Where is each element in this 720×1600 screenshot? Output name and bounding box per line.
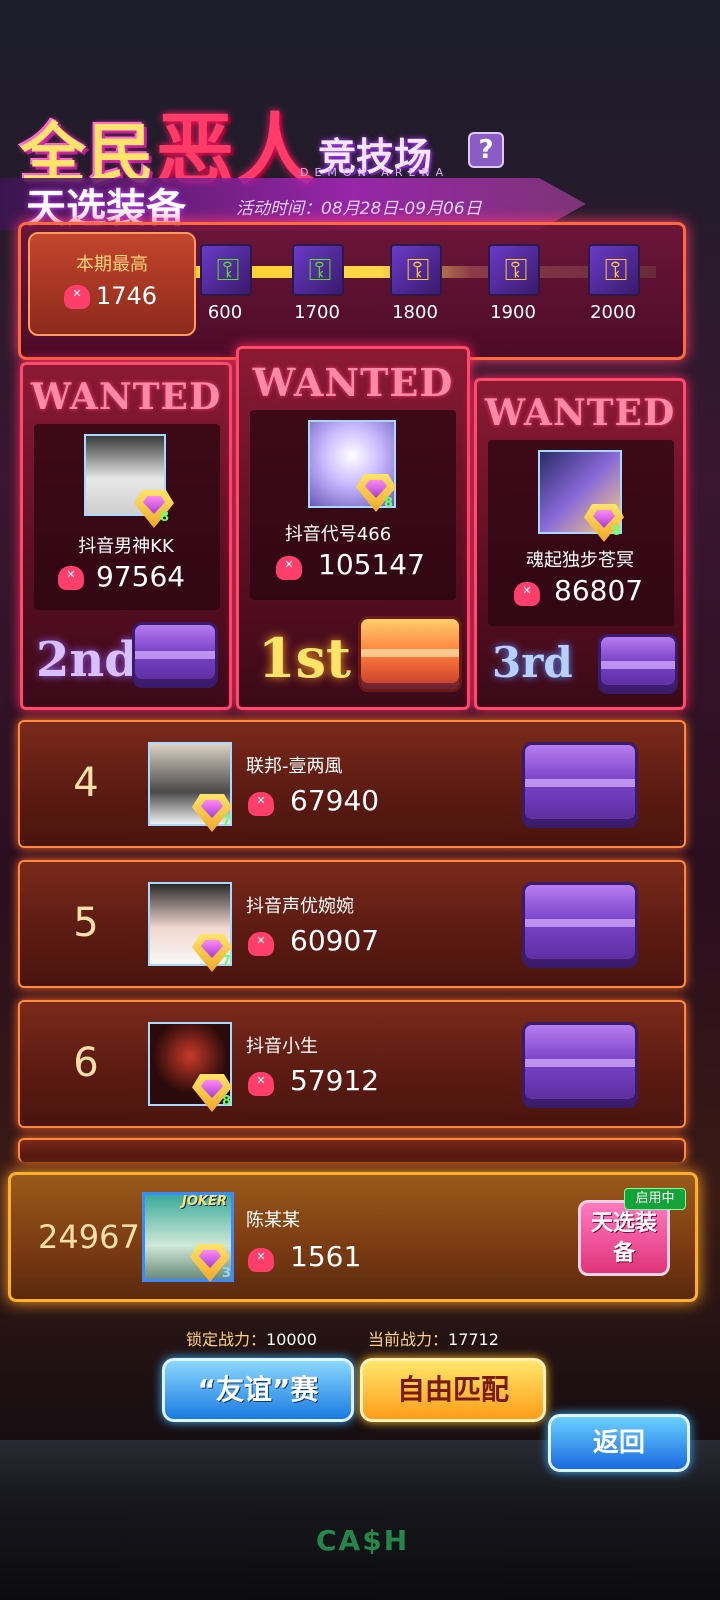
level: 3 xyxy=(222,1266,232,1281)
help-icon[interactable]: ? xyxy=(468,132,504,168)
skull-icon: ✕ xyxy=(248,792,274,816)
level: 7 xyxy=(222,814,232,829)
back-button[interactable]: 返回 xyxy=(548,1414,690,1472)
current-power-value: 17712 xyxy=(448,1330,499,1349)
level: 8 xyxy=(612,524,622,539)
equip-button[interactable]: 天选装备 xyxy=(578,1200,670,1276)
locked-power-label: 锁定战力： xyxy=(186,1330,267,1349)
current-power-label: 当前战力： xyxy=(368,1330,449,1349)
locked-power: 锁定战力：10000 xyxy=(186,1326,317,1350)
wanted-label: WANTED xyxy=(252,360,454,405)
level: 7 xyxy=(222,954,232,969)
player-score: 97564 xyxy=(96,560,186,593)
row-score: 57912 xyxy=(290,1064,380,1097)
cash-logo: CA$H xyxy=(316,1524,410,1557)
row-rank: 5 xyxy=(73,900,99,946)
rank-label: 1st xyxy=(258,626,351,690)
active-tag: 启用中 xyxy=(624,1188,686,1210)
gold-key-icon[interactable]: ⚿ xyxy=(588,244,640,296)
gold-key-icon[interactable]: ⚿ xyxy=(488,244,540,296)
player-name: 魂起独步苍冥 xyxy=(526,550,634,571)
best-score-label: 本期最高 xyxy=(76,254,148,275)
self-name: 陈某某 xyxy=(246,1210,300,1231)
player-name: 抖音男神KK xyxy=(78,536,174,557)
chest-icon[interactable] xyxy=(522,1022,638,1108)
self-rank: 24967 xyxy=(38,1218,140,1256)
skull-icon: ✕ xyxy=(58,566,84,590)
event-time: 活动时间：08月28日-09月06日 xyxy=(236,199,482,219)
milestone-value: 1700 xyxy=(294,302,340,323)
level: 8 xyxy=(384,496,394,511)
chest-icon[interactable] xyxy=(132,622,218,688)
ranking-row-partial xyxy=(18,1138,686,1162)
skull-icon: ✕ xyxy=(276,556,302,580)
skull-icon: ✕ xyxy=(248,1248,274,1272)
rank-label: 2nd xyxy=(36,632,138,688)
wanted-label: WANTED xyxy=(30,376,222,418)
skull-icon: ✕ xyxy=(248,1072,274,1096)
chest-icon[interactable] xyxy=(358,616,462,692)
wanted-label: WANTED xyxy=(484,392,676,434)
row-score: 67940 xyxy=(290,784,380,817)
skull-icon: ✕ xyxy=(248,932,274,956)
avatar-frame-tag: JOKER xyxy=(182,1194,227,1209)
self-score: 1561 xyxy=(290,1240,362,1273)
friendly-match-button[interactable]: “友谊”赛 xyxy=(162,1358,354,1422)
row-rank: 4 xyxy=(73,760,99,806)
player-score: 105147 xyxy=(318,548,425,581)
player-name: 抖音代号466 xyxy=(284,524,392,545)
row-name: 联邦-壹两風 xyxy=(246,756,343,777)
milestone-value: 1900 xyxy=(490,302,536,323)
row-rank: 6 xyxy=(73,1040,99,1086)
skull-icon: ✕ xyxy=(64,285,90,309)
milestone-value: 2000 xyxy=(590,302,636,323)
chest-icon[interactable] xyxy=(598,634,678,694)
chest-icon[interactable] xyxy=(522,882,638,968)
locked-power-value: 10000 xyxy=(266,1330,317,1349)
row-name: 抖音小生 xyxy=(246,1036,318,1057)
level: 8 xyxy=(222,1094,232,1109)
row-name: 抖音声优婉婉 xyxy=(246,896,354,917)
chest-icon[interactable] xyxy=(522,742,638,828)
gold-key-icon[interactable]: ⚿ xyxy=(390,244,442,296)
milestone-value: 1800 xyxy=(392,302,438,323)
subtitle-en: DEMON ARENA xyxy=(300,166,450,179)
best-score-value: 1746 xyxy=(96,282,158,310)
milestone-value: 600 xyxy=(207,302,243,323)
current-power: 当前战力：17712 xyxy=(368,1326,499,1350)
free-match-button[interactable]: 自由匹配 xyxy=(360,1358,546,1422)
skull-icon: ✕ xyxy=(514,582,540,606)
green-key-icon[interactable]: ⚿ xyxy=(200,244,252,296)
player-score: 86807 xyxy=(554,574,644,607)
rank-label: 3rd xyxy=(492,638,573,687)
level: 8 xyxy=(160,510,170,525)
green-key-icon[interactable]: ⚿ xyxy=(292,244,344,296)
row-score: 60907 xyxy=(290,924,380,957)
